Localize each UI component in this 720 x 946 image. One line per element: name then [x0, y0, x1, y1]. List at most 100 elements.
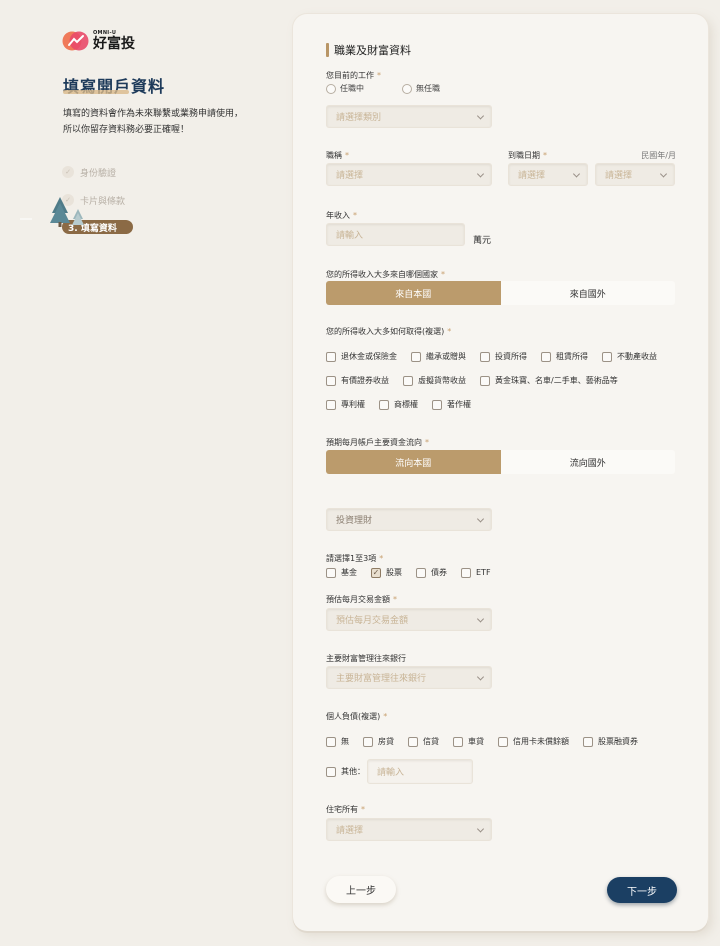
prev-button[interactable]: 上一步 [326, 876, 396, 903]
trees-illustration [20, 197, 84, 227]
toggle-flow-foreign[interactable]: 流向國外 [500, 450, 675, 474]
intro-text: 填寫的資料會作為未來聯繫或業務申請使用，所以你留存資料務必要正確喔！ [63, 109, 244, 135]
chevron-down-icon [476, 111, 485, 120]
checkbox-icon[interactable] [363, 736, 373, 747]
checkbox-other[interactable]: 其他： [326, 766, 365, 777]
brand-zh: 好富投 [93, 36, 135, 52]
monthly-amount-label: 預估每月交易金額 * [326, 595, 397, 604]
checkbox-valuables[interactable]: 黃金珠寶、名車/二手車、藝術品等 [480, 375, 618, 386]
chevron-down-icon [659, 169, 668, 178]
income-source-row-2: 有價證券收益 虛擬貨幣收益 黃金珠寶、名車/二手車、藝術品等 [326, 375, 632, 386]
housing-label: 住宅所有 * [326, 805, 365, 814]
section-bar [326, 43, 329, 57]
checkbox-no-debt[interactable]: 無 [326, 736, 349, 747]
job-category-select[interactable]: 請選擇類別 [326, 105, 492, 128]
debt-other-row: 其他： [326, 766, 371, 777]
checkbox-crypto[interactable]: 虛擬貨幣收益 [403, 375, 466, 386]
position-label: 職稱 * [326, 151, 349, 160]
chevron-down-icon [476, 514, 485, 523]
toggle-foreign[interactable]: 來自國外 [500, 281, 675, 305]
checkbox-securities[interactable]: 有價證券收益 [326, 375, 389, 386]
step-label: 身份驗證 [80, 168, 117, 179]
checkbox-icon[interactable] [602, 351, 612, 362]
debt-other-input[interactable]: 請輸入 [367, 759, 473, 784]
checkbox-icon[interactable] [326, 351, 336, 362]
radio-employed[interactable]: 任職中 [326, 83, 364, 94]
checkbox-rental[interactable]: 租賃所得 [541, 351, 588, 362]
debt-row: 無 房貸 信貸 車貸 信用卡未償餘額 股票融資券 [326, 736, 652, 747]
checkbox-etf[interactable]: ETF [461, 567, 491, 578]
checkbox-icon[interactable] [480, 351, 490, 362]
debt-label: 個人負債(複選) * [326, 712, 388, 721]
housing-select[interactable]: 請選擇 [326, 818, 492, 841]
start-month-select[interactable]: 請選擇 [595, 163, 675, 186]
checkbox-investment[interactable]: 投資所得 [480, 351, 527, 362]
radio-icon[interactable] [326, 83, 336, 94]
checkbox-inheritance[interactable]: 繼承或贈與 [411, 351, 466, 362]
brand-logo[interactable]: OMNI-U 好富投 [62, 30, 135, 52]
checkbox-bond[interactable]: 債券 [416, 567, 447, 578]
checkbox-icon[interactable] [432, 399, 442, 410]
income-label: 年收入 * [326, 211, 357, 220]
chevron-down-icon [572, 169, 581, 178]
checkbox-icon[interactable] [326, 375, 336, 386]
checkbox-real-estate[interactable]: 不動產收益 [602, 351, 657, 362]
checkbox-copyright[interactable]: 著作權 [432, 399, 471, 410]
checkbox-icon[interactable] [461, 567, 471, 578]
checkbox-trademark[interactable]: 商標權 [379, 399, 418, 410]
checkbox-icon[interactable] [326, 766, 336, 777]
checkbox-credit-loan[interactable]: 信貸 [408, 736, 439, 747]
start-date-label: 到職日期 * [508, 151, 547, 160]
income-source-row-1: 退休金或保險金 繼承或贈與 投資所得 租賃所得 不動產收益 [326, 351, 671, 362]
checkbox-car-loan[interactable]: 車貸 [453, 736, 484, 747]
purpose-select[interactable]: 投資理財 [326, 508, 492, 531]
toggle-flow-domestic[interactable]: 流向本國 [326, 450, 501, 474]
income-input[interactable]: 請輸入 [326, 223, 465, 246]
checkbox-icon[interactable] [416, 567, 426, 578]
checkbox-icon[interactable] [403, 375, 413, 386]
income-source-row-3: 專利權 商標權 著作權 [326, 399, 485, 410]
bank-select[interactable]: 主要財富管理往來銀行 [326, 666, 492, 689]
checkbox-icon[interactable] [379, 399, 389, 410]
form-card: 職業及財富資料 您目前的工作 * 任職中 無任職 請選擇類別 職稱 * 到職日期 * … [293, 14, 708, 931]
checkbox-icon[interactable] [408, 736, 418, 747]
checkbox-fund[interactable]: 基金 [326, 567, 357, 578]
radio-icon[interactable] [402, 83, 412, 94]
checkbox-patent[interactable]: 專利權 [326, 399, 365, 410]
income-country-toggle: 來自本國 來自國外 [326, 281, 675, 305]
fund-flow-label: 預期每月帳戶主要資金流向 * [326, 438, 429, 447]
title-underline [63, 90, 129, 94]
step-identity: ✓ 身份驗證 [62, 165, 133, 179]
checkbox-mortgage[interactable]: 房貸 [363, 736, 394, 747]
checkbox-icon[interactable] [583, 736, 593, 747]
section-title: 職業及財富資料 [326, 42, 411, 58]
checkbox-icon[interactable] [498, 736, 508, 747]
checkbox-credit-card[interactable]: 信用卡未償餘額 [498, 736, 569, 747]
position-select[interactable]: 請選擇 [326, 163, 492, 186]
job-label: 您目前的工作 * [326, 71, 381, 80]
income-country-label: 您的所得收入大多來自哪個國家 * [326, 270, 445, 279]
monthly-amount-select[interactable]: 預估每月交易金額 [326, 608, 492, 631]
next-button[interactable]: 下一步 [607, 877, 677, 903]
toggle-domestic[interactable]: 來自本國 [326, 281, 501, 305]
checkbox-icon[interactable] [480, 375, 490, 386]
checkbox-icon[interactable] [453, 736, 463, 747]
checkbox-stock[interactable]: ✓ 股票 [371, 567, 402, 578]
checkbox-margin[interactable]: 股票融資券 [583, 736, 638, 747]
chevron-down-icon [476, 169, 485, 178]
checkbox-icon[interactable] [326, 567, 336, 578]
fund-flow-toggle: 流向本國 流向國外 [326, 450, 675, 474]
checkbox-pension[interactable]: 退休金或保險金 [326, 351, 397, 362]
checkbox-icon[interactable] [541, 351, 551, 362]
logo-icon [62, 30, 89, 52]
products-label: 請選擇1至3項 * [326, 554, 384, 563]
radio-unemployed[interactable]: 無任職 [402, 83, 440, 94]
income-source-label: 您的所得收入大多如何取得(複選) * [326, 327, 452, 336]
checkbox-icon[interactable] [326, 399, 336, 410]
start-year-select[interactable]: 請選擇 [508, 163, 588, 186]
checkbox-icon[interactable] [411, 351, 421, 362]
chevron-down-icon [476, 672, 485, 681]
checkbox-checked-icon[interactable]: ✓ [371, 567, 381, 578]
start-date-hint: 民國年/月 [641, 151, 676, 160]
checkbox-icon[interactable] [326, 736, 336, 747]
